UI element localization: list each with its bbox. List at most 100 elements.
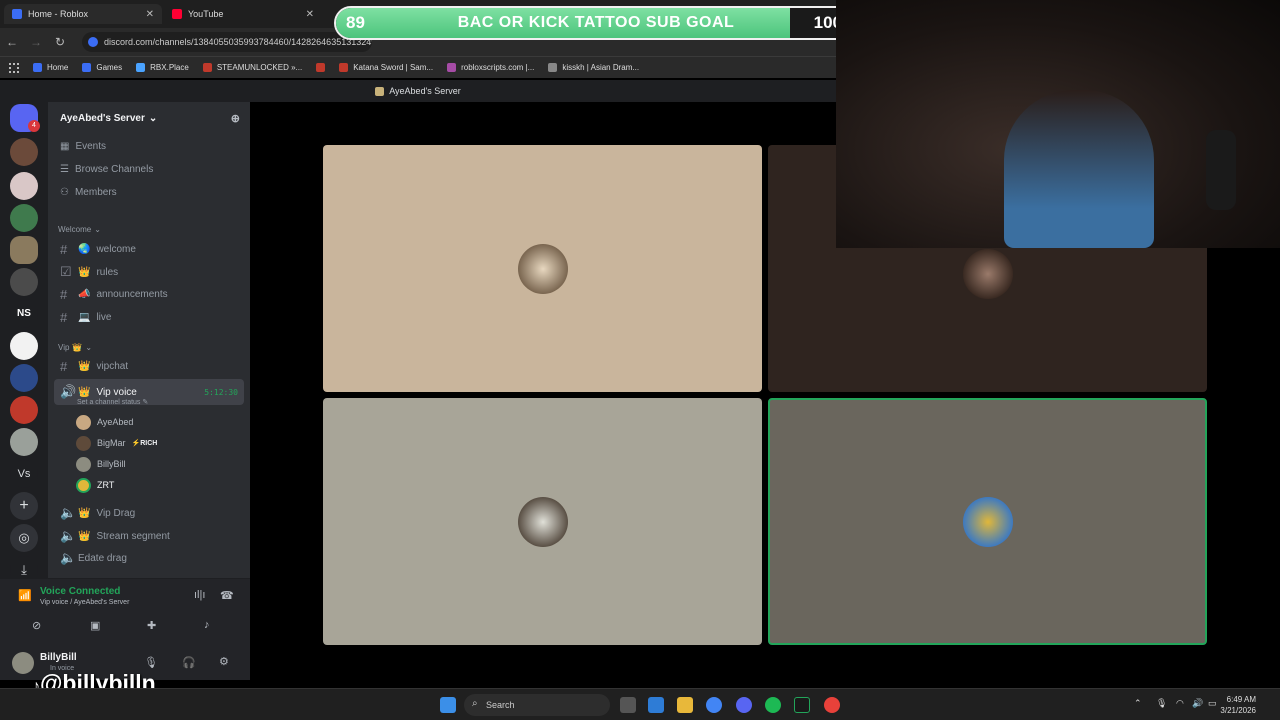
voice-duration: 5:12:30 (204, 387, 238, 397)
speaker-icon: 🔊 (60, 384, 77, 399)
channel-status-prompt[interactable]: Set a channel status ✎ (77, 398, 148, 406)
rules-icon: ☑ (60, 264, 72, 279)
browse-channels-link[interactable]: ☰ Browse Channels (54, 159, 244, 179)
microphone-icon (1206, 130, 1236, 210)
voice-user[interactable]: BigMar ⚡RICH (76, 433, 157, 453)
server-avatar-ns[interactable]: NS (10, 300, 38, 328)
store-icon[interactable] (648, 697, 664, 713)
battery-icon[interactable]: ▭ (1208, 698, 1217, 709)
globe-icon: 🌏 (78, 243, 91, 255)
camera-off-icon[interactable]: ⊘ (32, 619, 41, 632)
voice-user[interactable]: BillyBill (76, 454, 126, 474)
sub-goal-bar: 89 BAC OR KICK TATTOO SUB GOAL 100 (334, 6, 854, 40)
site-info-icon[interactable] (88, 37, 98, 47)
members-link[interactable]: ⚇ Members (54, 182, 244, 202)
server-avatar[interactable] (10, 204, 38, 232)
avatar-speaking (76, 477, 91, 493)
voice-connected-title: Voice Connected (40, 586, 121, 597)
opera-icon[interactable] (824, 697, 840, 713)
screen-share-icon[interactable]: ▣ (90, 619, 100, 632)
bookmark-games[interactable]: Games (82, 63, 122, 72)
server-avatar[interactable] (10, 172, 38, 200)
video-tile-zrt-speaking[interactable] (768, 398, 1207, 645)
back-icon[interactable]: ← (0, 35, 24, 49)
file-explorer-icon[interactable] (677, 697, 693, 713)
category-vip[interactable]: Vip 👑 ⌄ (58, 343, 92, 352)
server-avatar[interactable] (10, 138, 38, 166)
reload-icon[interactable]: ↻ (48, 35, 72, 49)
channel-stream-segment[interactable]: 🔈 👑 Stream segment (54, 526, 244, 546)
activities-icon[interactable]: ✚ (147, 619, 156, 632)
speaker-icon: 🔈 (60, 505, 77, 520)
crown-icon: 👑 (78, 507, 91, 519)
server-avatar[interactable] (10, 268, 38, 296)
tab-youtube[interactable]: YouTube ✕ (164, 4, 322, 24)
voice-stage (250, 102, 1207, 680)
channel-vipchat[interactable]: # 👑 vipchat (54, 356, 244, 376)
noise-suppression-icon[interactable]: ıl|ı (194, 589, 205, 601)
task-view-icon[interactable] (620, 697, 636, 713)
chrome-icon[interactable] (706, 697, 722, 713)
bookmark-rbx-place[interactable]: RBX.Place (136, 63, 189, 72)
system-clock[interactable]: 6:49 AM 3/21/2026 (1220, 694, 1256, 716)
bookmark-steamunlocked[interactable]: STEAMUNLOCKED »... (202, 63, 302, 72)
chevron-up-icon[interactable]: ⌃ (1134, 698, 1142, 709)
add-server-icon[interactable]: + (10, 492, 38, 520)
category-welcome[interactable]: Welcome ⌄ (58, 225, 101, 234)
soundboard-icon[interactable]: ♪ (204, 619, 210, 631)
channel-rules[interactable]: ☑ 👑 rules (54, 262, 244, 282)
microphone-icon[interactable]: 🎙 (1156, 698, 1167, 709)
avatar[interactable] (12, 652, 34, 674)
disconnect-icon[interactable]: ☎ (220, 589, 234, 602)
discover-icon[interactable]: ◎ (10, 524, 38, 552)
youtube-icon (172, 9, 182, 19)
apps-grid-icon[interactable] (9, 62, 19, 73)
close-icon[interactable]: ✕ (146, 9, 154, 20)
signal-icon[interactable]: 📶 (18, 589, 32, 602)
taskbar-search[interactable]: ⌕ Search (464, 694, 610, 716)
microphone-icon[interactable]: 🎙 (144, 656, 158, 669)
bookmark-katana[interactable]: Katana Sword | Sam... (339, 63, 433, 72)
channel-sidebar: AyeAbed's Server ⌄ ⊕ ▦ Events ☰ Browse Cha… (48, 102, 250, 578)
server-avatar-vs[interactable]: Vs (10, 460, 38, 488)
voice-user[interactable]: ZRT (76, 475, 114, 495)
server-avatar[interactable] (10, 428, 38, 456)
tab-roblox[interactable]: Home - Roblox ✕ (4, 4, 162, 24)
url-input[interactable]: discord.com/channels/1384055035993784460… (82, 32, 372, 52)
channel-edate-drag[interactable]: 🔈 Edate drag (54, 548, 244, 568)
headphones-icon[interactable]: 🎧 (182, 656, 196, 669)
video-tile-ayeabed[interactable] (323, 145, 762, 392)
megaphone-icon: 📣 (78, 288, 91, 300)
voice-user[interactable]: AyeAbed (76, 412, 133, 432)
events-link[interactable]: ▦ Events (54, 136, 244, 156)
server-avatar-active[interactable] (10, 236, 38, 264)
hash-icon: # (60, 358, 68, 374)
members-icon: ⚇ (60, 186, 69, 198)
channel-welcome[interactable]: # 🌏 welcome (54, 239, 244, 259)
invite-people-icon[interactable]: ⊕ (231, 112, 240, 125)
voice-connected-subtitle[interactable]: Vip voice / AyeAbed's Server (40, 599, 129, 606)
volume-icon[interactable]: 🔊 (1192, 698, 1203, 709)
server-icon (375, 86, 385, 96)
bookmark-robloxscripts[interactable]: robloxscripts.com |... (447, 63, 534, 72)
discord-title-bar: AyeAbed's Server (0, 80, 836, 102)
gear-icon[interactable]: ⚙ (219, 655, 229, 668)
server-avatar[interactable] (10, 332, 38, 360)
discord-icon[interactable] (736, 697, 752, 713)
wifi-icon[interactable]: ◠ (1176, 698, 1184, 709)
video-tile-billybill[interactable] (323, 398, 762, 645)
bookmark-blank[interactable] (316, 63, 326, 72)
app-icon[interactable] (794, 697, 810, 713)
server-header[interactable]: AyeAbed's Server ⌄ ⊕ (48, 102, 250, 134)
bookmark-home[interactable]: Home (33, 63, 68, 72)
spotify-icon[interactable] (765, 697, 781, 713)
windows-start-icon[interactable] (440, 697, 456, 713)
close-icon[interactable]: ✕ (306, 9, 314, 20)
server-avatar[interactable] (10, 364, 38, 392)
bookmark-kisskh[interactable]: kisskh | Asian Dram... (548, 63, 639, 72)
forward-icon[interactable]: → (24, 35, 48, 49)
server-avatar[interactable] (10, 396, 38, 424)
channel-announcements[interactable]: # 📣 announcements (54, 284, 244, 304)
channel-live[interactable]: # 💻 live (54, 307, 244, 327)
channel-vip-drag[interactable]: 🔈 👑 Vip Drag (54, 503, 244, 523)
